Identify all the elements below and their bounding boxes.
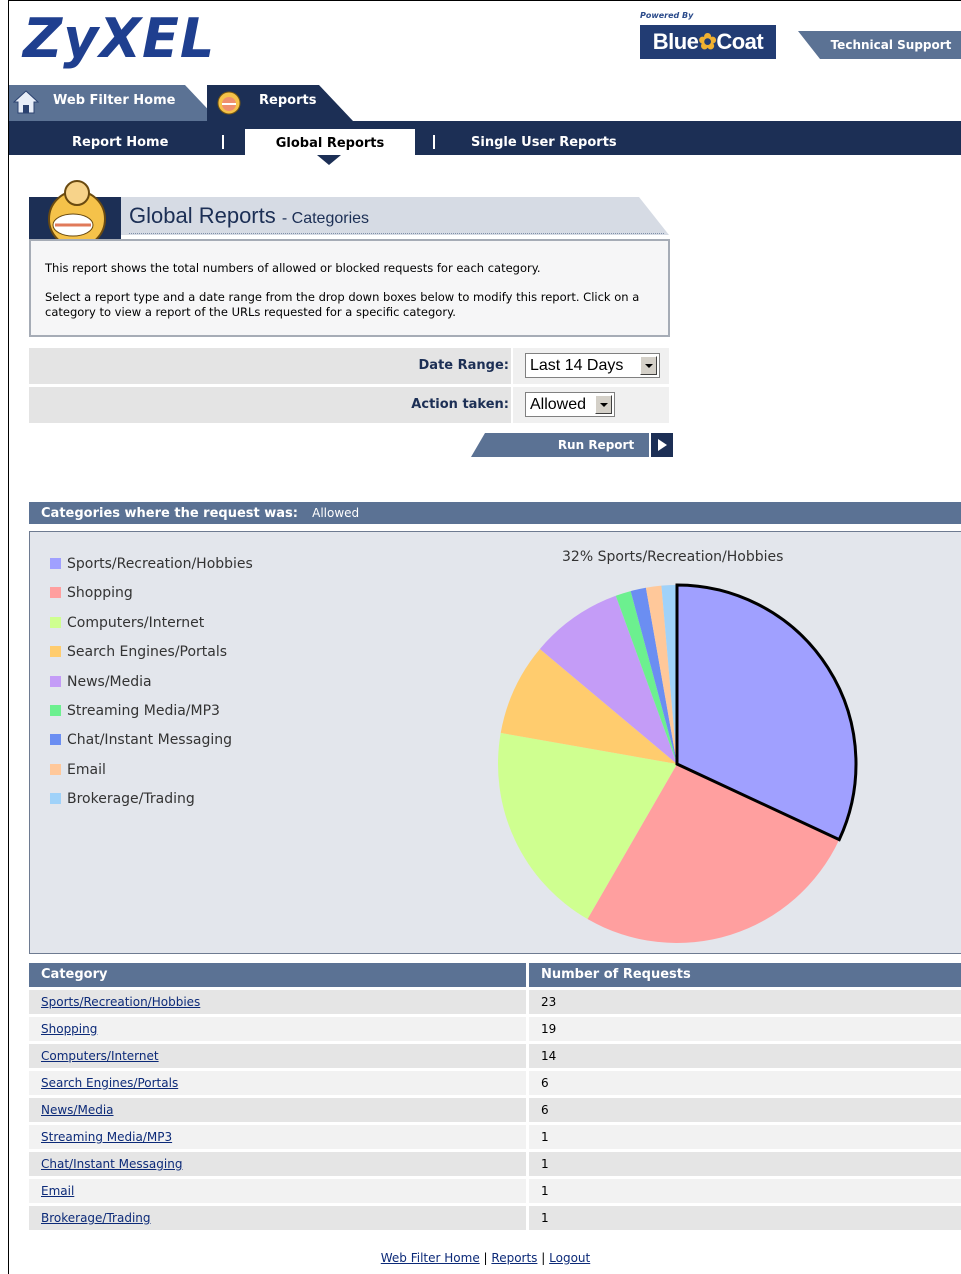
date-range-select[interactable]: Last 14 Days [525,353,660,378]
action-taken-select[interactable]: Allowed [525,392,615,417]
description-text-2: Select a report type and a date range fr… [45,290,640,319]
subnav-single-user-reports[interactable]: Single User Reports [471,129,617,157]
action-taken-value: Allowed [530,396,587,413]
category-link[interactable]: Computers/Internet [41,1044,159,1068]
bluecoat-logo-right: Coat [716,29,764,54]
subnav-report-home[interactable]: Report Home [72,129,168,157]
category-table: Category Number of Requests Sports/Recre… [29,963,961,1230]
col-header-requests: Number of Requests [541,967,691,982]
table-row: Sports/Recreation/Hobbies 23 [29,987,961,1014]
pie-chart [498,583,858,943]
date-range-row: Date Range: Last 14 Days [29,348,669,384]
request-count: 6 [541,1076,549,1090]
report-subnav: Report Home Global Reports Single User R… [9,121,961,155]
tab-reports[interactable]: Reports [207,85,367,121]
col-divider [526,1044,529,1068]
subnav-separator [222,135,224,149]
request-count: 6 [541,1103,549,1117]
category-link[interactable]: Shopping [41,1017,97,1041]
results-header-label: Categories where the request was: [41,506,298,521]
footer-separator: | [541,1251,546,1265]
footer: Web Filter Home | Reports | Logout [9,1251,961,1265]
action-taken-cell: Allowed [511,387,669,423]
col-divider [526,1125,529,1149]
report-description: This report shows the total numbers of a… [29,239,670,337]
page-title-main: Global Reports [129,203,276,228]
action-taken-label: Action taken: [411,397,509,412]
tab-web-filter-home-label: Web Filter Home [53,93,176,108]
col-divider [526,1206,529,1230]
col-divider [526,1071,529,1095]
date-range-cell: Last 14 Days [511,348,669,384]
top-tab-bar: Web Filter Home Reports [9,85,961,121]
bluecoat-logo: Blue✿Coat [640,25,776,59]
table-row: Search Engines/Portals 6 [29,1068,961,1095]
request-count: 19 [541,1022,557,1036]
table-body: Sports/Recreation/Hobbies 23 Shopping 19 Com… [29,987,961,1230]
request-count: 14 [541,1049,557,1063]
subnav-separator [433,135,435,149]
col-divider [526,1179,529,1203]
table-row: Streaming Media/MP3 1 [29,1122,961,1149]
run-report-button[interactable]: Run Report [471,433,673,457]
category-link[interactable]: Brokerage/Trading [41,1206,151,1230]
technical-support-label: Technical Support [830,38,952,52]
subnav-global-reports[interactable]: Global Reports [245,129,415,155]
footer-link-web-filter-home[interactable]: Web Filter Home [381,1251,480,1265]
pie-chart-panel: Sports/Recreation/Hobbies Shopping Compute… [29,531,961,954]
bluecoat-star-icon: ✿ [698,29,717,54]
category-link[interactable]: Sports/Recreation/Hobbies [41,990,200,1014]
table-row: Chat/Instant Messaging 1 [29,1149,961,1176]
category-link[interactable]: Chat/Instant Messaging [41,1152,182,1176]
action-taken-row: Action taken: Allowed [29,387,669,423]
category-link[interactable]: Search Engines/Portals [41,1071,178,1095]
description-text-1: This report shows the total numbers of a… [45,261,541,275]
section-header: Global Reports - Categories [29,175,669,241]
col-header-category: Category [41,967,108,982]
footer-separator: | [483,1251,488,1265]
tab-reports-label: Reports [259,93,317,108]
results-header: Categories where the request was: Allowe… [29,502,961,524]
run-report-label: Run Report [557,438,635,452]
category-link[interactable]: Streaming Media/MP3 [41,1125,172,1149]
table-header: Category Number of Requests [29,963,961,987]
table-row: Shopping 19 [29,1014,961,1041]
page-subtitle: - Categories [281,210,370,227]
technical-support-link[interactable]: Technical Support [798,31,961,59]
category-link[interactable]: News/Media [41,1098,114,1122]
request-count: 1 [541,1157,549,1171]
powered-by-label: Powered By [640,11,694,20]
col-divider [526,1152,529,1176]
date-range-value: Last 14 Days [530,357,624,374]
request-count: 23 [541,995,557,1009]
chevron-down-icon[interactable] [595,395,612,414]
active-subnav-caret [317,155,341,165]
table-row: Email 1 [29,1176,961,1203]
table-row: Brokerage/Trading 1 [29,1203,961,1230]
title-divider [129,233,664,234]
table-row: Computers/Internet 14 [29,1041,961,1068]
footer-link-reports[interactable]: Reports [491,1251,537,1265]
page-frame: ZyXEL Powered By Blue✿Coat Technical Sup… [8,0,961,1274]
col-divider [526,1098,529,1122]
table-row: News/Media 6 [29,1095,961,1122]
results-header-value: Allowed [312,506,360,520]
col-divider [526,963,529,987]
col-divider [526,1017,529,1041]
bluecoat-logo-left: Blue [652,29,699,54]
global-reports-icon [29,180,121,241]
col-divider [526,990,529,1014]
footer-link-logout[interactable]: Logout [549,1251,590,1265]
request-count: 1 [541,1211,549,1225]
page-title: Global Reports - Categories [129,203,369,229]
chevron-down-icon[interactable] [640,356,657,375]
zyxel-logo: ZyXEL [23,7,216,70]
tab-web-filter-home[interactable]: Web Filter Home [9,85,219,121]
request-count: 1 [541,1184,549,1198]
date-range-label: Date Range: [418,358,509,373]
request-count: 1 [541,1130,549,1144]
category-link[interactable]: Email [41,1179,74,1203]
